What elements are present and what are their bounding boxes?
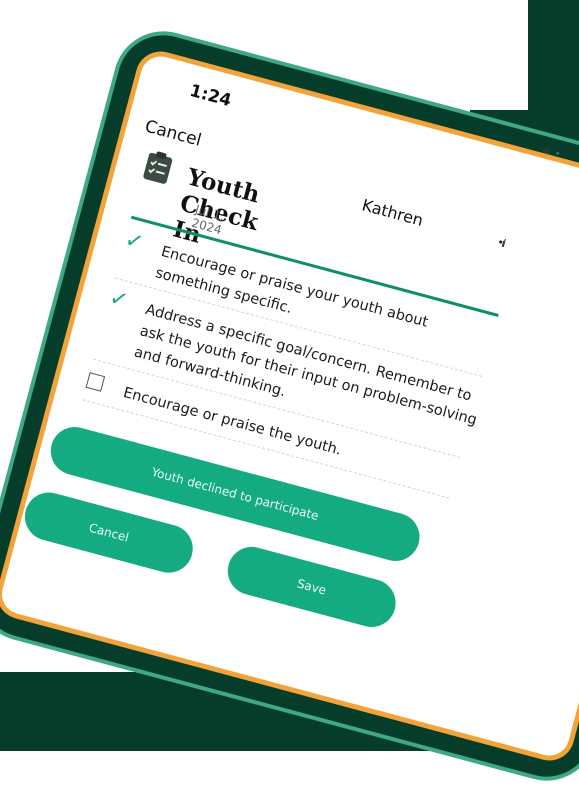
header-cancel-link[interactable]: Cancel [143, 117, 204, 151]
checkbox-empty-icon[interactable] [85, 372, 106, 392]
tablet-screen: 1:24 •ıl Cancel Kathren Youth Check In J… [0, 51, 579, 761]
signal-icon: •ıl [495, 235, 506, 250]
status-time: 1:24 [187, 80, 234, 112]
user-name: Kathren [359, 195, 426, 230]
check-icon: ✓ [106, 285, 131, 315]
clipboard-checklist-icon [143, 151, 173, 184]
camera-icon [541, 145, 552, 156]
background-dark-block [528, 0, 579, 120]
check-icon: ✓ [122, 227, 147, 257]
camera-sensor-icon [555, 151, 560, 156]
